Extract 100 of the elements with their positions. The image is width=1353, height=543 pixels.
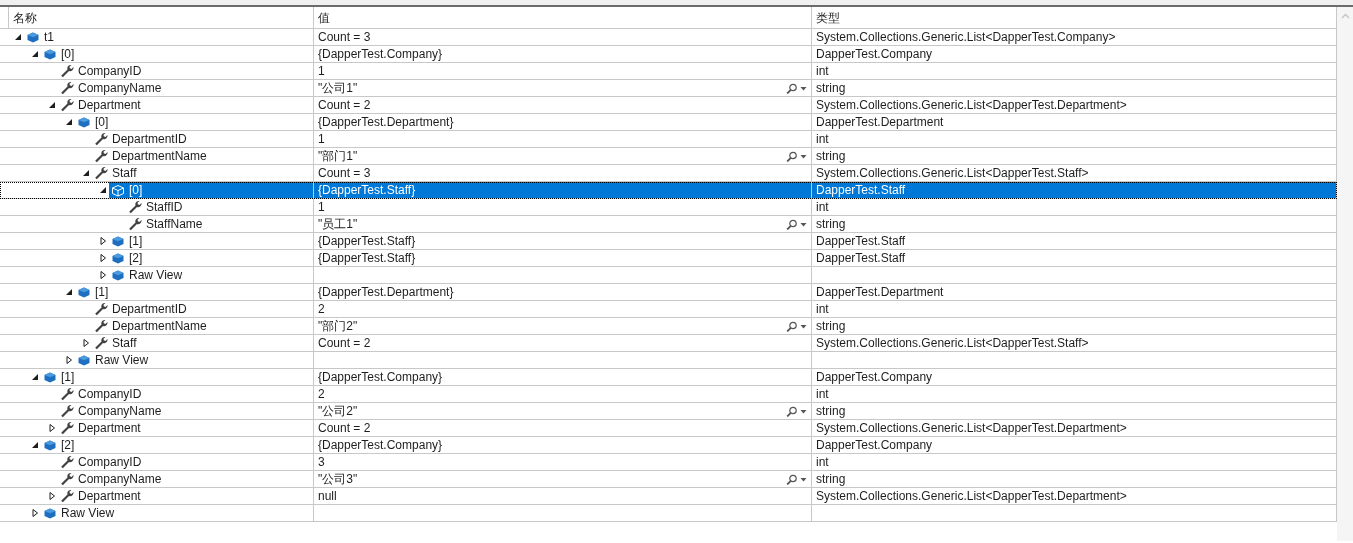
column-header[interactable]: 类型 [816, 8, 840, 27]
variable-name: [1] [95, 284, 109, 300]
tree-row[interactable]: DepartmentID 1 int [0, 131, 1337, 148]
variable-name: [2] [129, 250, 143, 266]
collapse-toggle[interactable] [30, 372, 40, 382]
type-text: string [816, 80, 846, 96]
variable-name: Department [78, 97, 141, 113]
visualizer-button[interactable] [786, 150, 807, 162]
type-text: System.Collections.Generic.List<DapperTest.Staff> [816, 165, 1089, 181]
visualizer-button[interactable] [786, 82, 807, 94]
variable-name: [0] [129, 182, 143, 198]
tree-row[interactable]: [1] {DapperTest.Company} DapperTest.Company [0, 369, 1337, 386]
visualizer-button[interactable] [786, 218, 807, 230]
expand-toggle[interactable] [98, 270, 108, 280]
cube-icon [43, 370, 57, 384]
expand-toggle[interactable] [30, 508, 40, 518]
variable-name: t1 [44, 29, 54, 45]
cube-icon [77, 115, 91, 129]
value-text: 3 [318, 454, 325, 470]
value-text: "部门2" [318, 318, 358, 334]
variable-name: CompanyID [78, 454, 142, 470]
type-text: DapperTest.Company [816, 369, 933, 385]
column-header[interactable]: 值 [318, 8, 330, 27]
value-text: 1 [318, 131, 325, 147]
tree-row[interactable]: CompanyID 2 int [0, 386, 1337, 403]
wrench-icon [60, 98, 74, 112]
type-text: System.Collections.Generic.List<DapperTest.Department> [816, 420, 1127, 436]
tree-row[interactable]: Raw View [0, 267, 1337, 284]
tree-row[interactable]: CompanyName "公司2" string [0, 403, 1337, 420]
expand-toggle[interactable] [47, 423, 57, 433]
search-icon[interactable] [786, 82, 797, 94]
expand-toggle[interactable] [81, 338, 91, 348]
tree-row[interactable]: Department Count = 2 System.Collections.Generic.List<DapperTest.Department> [0, 97, 1337, 114]
search-icon[interactable] [786, 218, 797, 230]
collapse-toggle[interactable] [81, 168, 91, 178]
type-text: string [816, 148, 846, 164]
value-text: {DapperTest.Department} [318, 114, 454, 130]
value-text: {DapperTest.Staff} [318, 250, 416, 266]
tree-row[interactable]: CompanyName "公司3" string [0, 471, 1337, 488]
caret-icon[interactable] [800, 323, 807, 329]
caret-icon[interactable] [800, 476, 807, 482]
tree-row[interactable]: DepartmentID 2 int [0, 301, 1337, 318]
tree-row[interactable]: Department null System.Collections.Generic.List<DapperTest.Department> [0, 488, 1337, 505]
collapse-toggle[interactable] [64, 287, 74, 297]
type-text: DapperTest.Staff [816, 233, 906, 249]
tree-row[interactable]: StaffID 1 int [0, 199, 1337, 216]
wrench-icon [94, 319, 108, 333]
visualizer-button[interactable] [786, 405, 807, 417]
tree-row[interactable]: Raw View [0, 352, 1337, 369]
variable-name: DepartmentID [112, 131, 187, 147]
search-icon[interactable] [786, 150, 797, 162]
search-icon[interactable] [786, 405, 797, 417]
expand-toggle[interactable] [98, 253, 108, 263]
variable-name: [2] [61, 437, 75, 453]
caret-icon[interactable] [800, 408, 807, 414]
variable-name: Staff [112, 165, 137, 181]
caret-icon[interactable] [800, 221, 807, 227]
caret-icon[interactable] [800, 85, 807, 91]
tree-row[interactable]: [0] {DapperTest.Staff} DapperTest.Staff [0, 182, 1337, 199]
column-header[interactable]: 名称 [13, 8, 37, 27]
visualizer-button[interactable] [786, 473, 807, 485]
variable-name: Staff [112, 335, 137, 351]
collapse-toggle[interactable] [30, 440, 40, 450]
caret-icon[interactable] [800, 153, 807, 159]
expand-toggle[interactable] [64, 355, 74, 365]
type-text: DapperTest.Department [816, 114, 944, 130]
variable-name: CompanyName [78, 471, 162, 487]
tree-row[interactable]: Staff Count = 2 System.Collections.Generic.List<DapperTest.Staff> [0, 335, 1337, 352]
tree-row[interactable]: StaffName "员工1" string [0, 216, 1337, 233]
tree-row[interactable]: [1] {DapperTest.Staff} DapperTest.Staff [0, 233, 1337, 250]
type-text: string [816, 471, 846, 487]
collapse-toggle[interactable] [13, 32, 23, 42]
scrollbar[interactable] [1337, 7, 1353, 541]
tree-row[interactable]: Department Count = 2 System.Collections.Generic.List<DapperTest.Department> [0, 420, 1337, 437]
tree-row[interactable]: CompanyID 3 int [0, 454, 1337, 471]
tree-row[interactable]: CompanyID 1 int [0, 63, 1337, 80]
tree-row[interactable]: t1 Count = 3 System.Collections.Generic.List<DapperTest.Company> [0, 29, 1337, 46]
collapse-toggle[interactable] [30, 49, 40, 59]
search-icon[interactable] [786, 320, 797, 332]
collapse-toggle[interactable] [47, 100, 57, 110]
tree-row[interactable]: Raw View [0, 505, 1337, 522]
expand-toggle[interactable] [47, 491, 57, 501]
tree-row[interactable]: [2] {DapperTest.Staff} DapperTest.Staff [0, 250, 1337, 267]
tree-row[interactable]: DepartmentName "部门1" string [0, 148, 1337, 165]
tree-row[interactable]: DepartmentName "部门2" string [0, 318, 1337, 335]
search-icon[interactable] [786, 473, 797, 485]
tree-row[interactable]: [2] {DapperTest.Company} DapperTest.Company [0, 437, 1337, 454]
tree-row[interactable]: [1] {DapperTest.Department} DapperTest.Department [0, 284, 1337, 301]
cube-icon [43, 438, 57, 452]
variable-name: Department [78, 420, 141, 436]
variable-name: CompanyName [78, 403, 162, 419]
tree-row[interactable]: [0] {DapperTest.Company} DapperTest.Company [0, 46, 1337, 63]
visualizer-button[interactable] [786, 320, 807, 332]
expand-toggle[interactable] [98, 236, 108, 246]
tree-row[interactable]: CompanyName "公司1" string [0, 80, 1337, 97]
collapse-toggle[interactable] [64, 117, 74, 127]
variable-name: Raw View [95, 352, 149, 368]
collapse-toggle[interactable] [98, 185, 108, 195]
tree-row[interactable]: [0] {DapperTest.Department} DapperTest.Department [0, 114, 1337, 131]
type-text: System.Collections.Generic.List<DapperTest.Company> [816, 29, 1116, 45]
